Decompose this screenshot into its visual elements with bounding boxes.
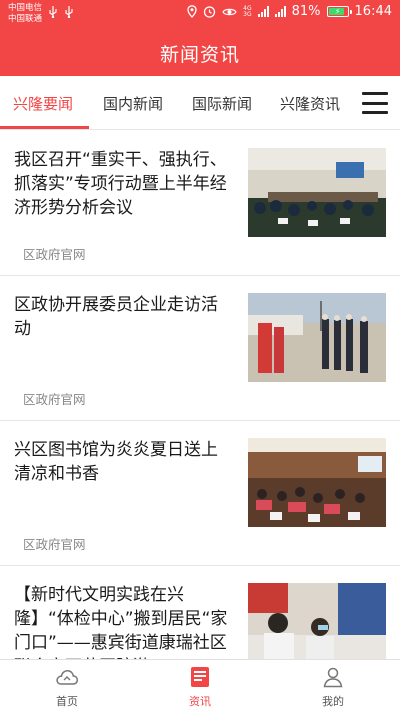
nav-news[interactable]: 资讯 bbox=[160, 666, 240, 709]
clock: 16:44 bbox=[354, 4, 392, 19]
tab-domestic-news[interactable]: 国内新闻 bbox=[103, 93, 163, 114]
tab-xinglong-info[interactable]: 兴隆资讯 bbox=[280, 93, 340, 114]
menu-icon[interactable] bbox=[362, 92, 388, 114]
carrier-2: 中国联通 bbox=[8, 14, 43, 24]
eye-icon bbox=[222, 8, 237, 15]
news-title: 区政协开展委员企业走访活动 bbox=[14, 295, 218, 339]
status-bar: 中国电信 中国联通 4G 3G 81% ⚡ 16:44 bbox=[0, 0, 400, 30]
nav-home-label: 首页 bbox=[56, 695, 78, 708]
category-tabs: 兴隆要闻 国内新闻 国际新闻 兴隆资讯 bbox=[0, 76, 400, 130]
usb-icon bbox=[49, 6, 57, 18]
news-thumbnail bbox=[248, 583, 386, 659]
signal-icon-2 bbox=[274, 6, 286, 17]
nav-mine[interactable]: 我的 bbox=[293, 666, 373, 709]
news-item[interactable]: 【新时代文明实践在兴隆】“体检中心”搬到居民“家门口”——惠宾街道康瑞社区联合宝… bbox=[0, 566, 400, 659]
news-thumbnail bbox=[248, 438, 386, 527]
news-title: 兴区图书馆为炎炎夏日送上清凉和书香 bbox=[14, 440, 218, 484]
news-icon bbox=[191, 667, 209, 687]
news-source: 区政府官网 bbox=[23, 537, 86, 552]
news-thumbnail bbox=[248, 148, 386, 237]
active-tab-indicator bbox=[0, 126, 89, 129]
alarm-icon bbox=[204, 6, 216, 18]
news-source: 区政府官网 bbox=[23, 392, 86, 407]
user-icon bbox=[323, 667, 343, 688]
news-source: 区政府官网 bbox=[23, 247, 86, 262]
battery-percent: 81% bbox=[291, 4, 321, 19]
page-title: 新闻资讯 bbox=[159, 44, 240, 66]
signal-icon bbox=[257, 6, 269, 17]
news-title: 我区召开“重实干、强执行、抓落实”专项行动暨上半年经济形势分析会议 bbox=[14, 150, 227, 218]
location-icon bbox=[187, 5, 197, 18]
nav-mine-label: 我的 bbox=[322, 695, 344, 708]
cloud-home-icon bbox=[56, 670, 79, 685]
usb-icon-2 bbox=[65, 6, 73, 18]
carrier-names: 中国电信 中国联通 bbox=[8, 3, 42, 25]
network-3g-label: 3G bbox=[243, 10, 252, 18]
carrier-1: 中国电信 bbox=[8, 3, 43, 13]
news-thumbnail bbox=[248, 293, 386, 382]
tab-xinglong-news[interactable]: 兴隆要闻 bbox=[13, 93, 73, 114]
nav-news-label: 资讯 bbox=[189, 695, 211, 708]
nav-home[interactable]: 首页 bbox=[27, 666, 107, 709]
news-list: 我区召开“重实干、强执行、抓落实”专项行动暨上半年经济形势分析会议 区政府官网 … bbox=[0, 131, 400, 659]
news-title: 【新时代文明实践在兴隆】“体检中心”搬到居民“家门口”——惠宾街道康瑞社区联合宝… bbox=[14, 585, 228, 659]
news-item[interactable]: 兴区图书馆为炎炎夏日送上清凉和书香 区政府官网 bbox=[0, 421, 400, 566]
battery-icon: ⚡ bbox=[326, 6, 352, 17]
news-item[interactable]: 我区召开“重实干、强执行、抓落实”专项行动暨上半年经济形势分析会议 区政府官网 bbox=[0, 131, 400, 276]
app-header: 中国电信 中国联通 4G 3G 81% ⚡ 16:44 新闻资讯 bbox=[0, 0, 400, 76]
tab-international-news[interactable]: 国际新闻 bbox=[192, 93, 252, 114]
bottom-navigation: 首页 资讯 我的 bbox=[0, 659, 400, 711]
news-item[interactable]: 区政协开展委员企业走访活动 区政府官网 bbox=[0, 276, 400, 421]
